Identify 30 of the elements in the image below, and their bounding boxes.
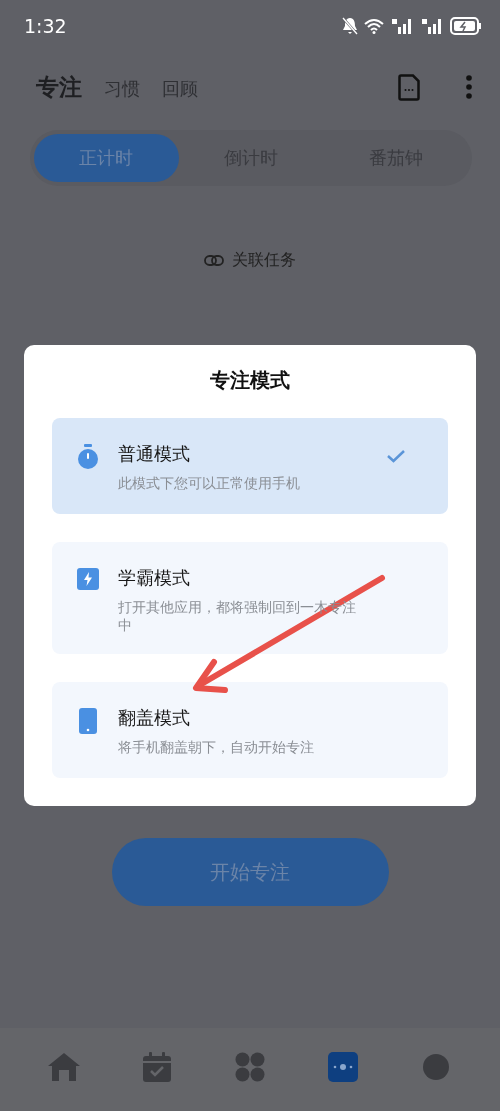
timer-mode-tab[interactable]: 正计时 (34, 134, 179, 182)
status-time: 1:32 (24, 15, 67, 37)
signal-icon (420, 17, 444, 35)
header-tab[interactable]: 专注 (36, 71, 82, 103)
mode-description: 将手机翻盖朝下，自动开始专注 (118, 738, 315, 756)
check-icon (386, 449, 406, 463)
mode-title: 学霸模式 (118, 566, 191, 590)
signal-icon (390, 17, 414, 35)
mode-title: 普通模式 (118, 442, 191, 466)
mode-option[interactable]: 翻盖模式 将手机翻盖朝下，自动开始专注 (52, 682, 448, 778)
link-icon (204, 255, 224, 266)
home-icon[interactable] (47, 1051, 82, 1082)
phone-icon (79, 708, 97, 734)
focus-icon[interactable] (327, 1051, 358, 1082)
clover-icon[interactable] (235, 1051, 265, 1082)
battery-icon (450, 17, 482, 35)
link-task-button[interactable]: 关联任务 (204, 250, 296, 271)
mode-description: 此模式下您可以正常使用手机 (118, 474, 301, 492)
dialog-title: 专注模式 (209, 367, 291, 394)
mode-option[interactable]: 普通模式 此模式下您可以正常使用手机 (52, 418, 448, 514)
mode-title: 翻盖模式 (118, 706, 191, 730)
document-icon[interactable] (398, 73, 420, 101)
wifi-icon (364, 18, 384, 34)
calendar-icon[interactable] (142, 1050, 173, 1083)
more-icon[interactable] (466, 75, 472, 99)
avatar-icon[interactable] (422, 1053, 449, 1080)
muted-bell-icon (342, 17, 358, 35)
lightning-icon (77, 568, 99, 590)
stopwatch-icon (77, 444, 99, 470)
start-focus-button[interactable]: 开始专注 (111, 838, 389, 906)
